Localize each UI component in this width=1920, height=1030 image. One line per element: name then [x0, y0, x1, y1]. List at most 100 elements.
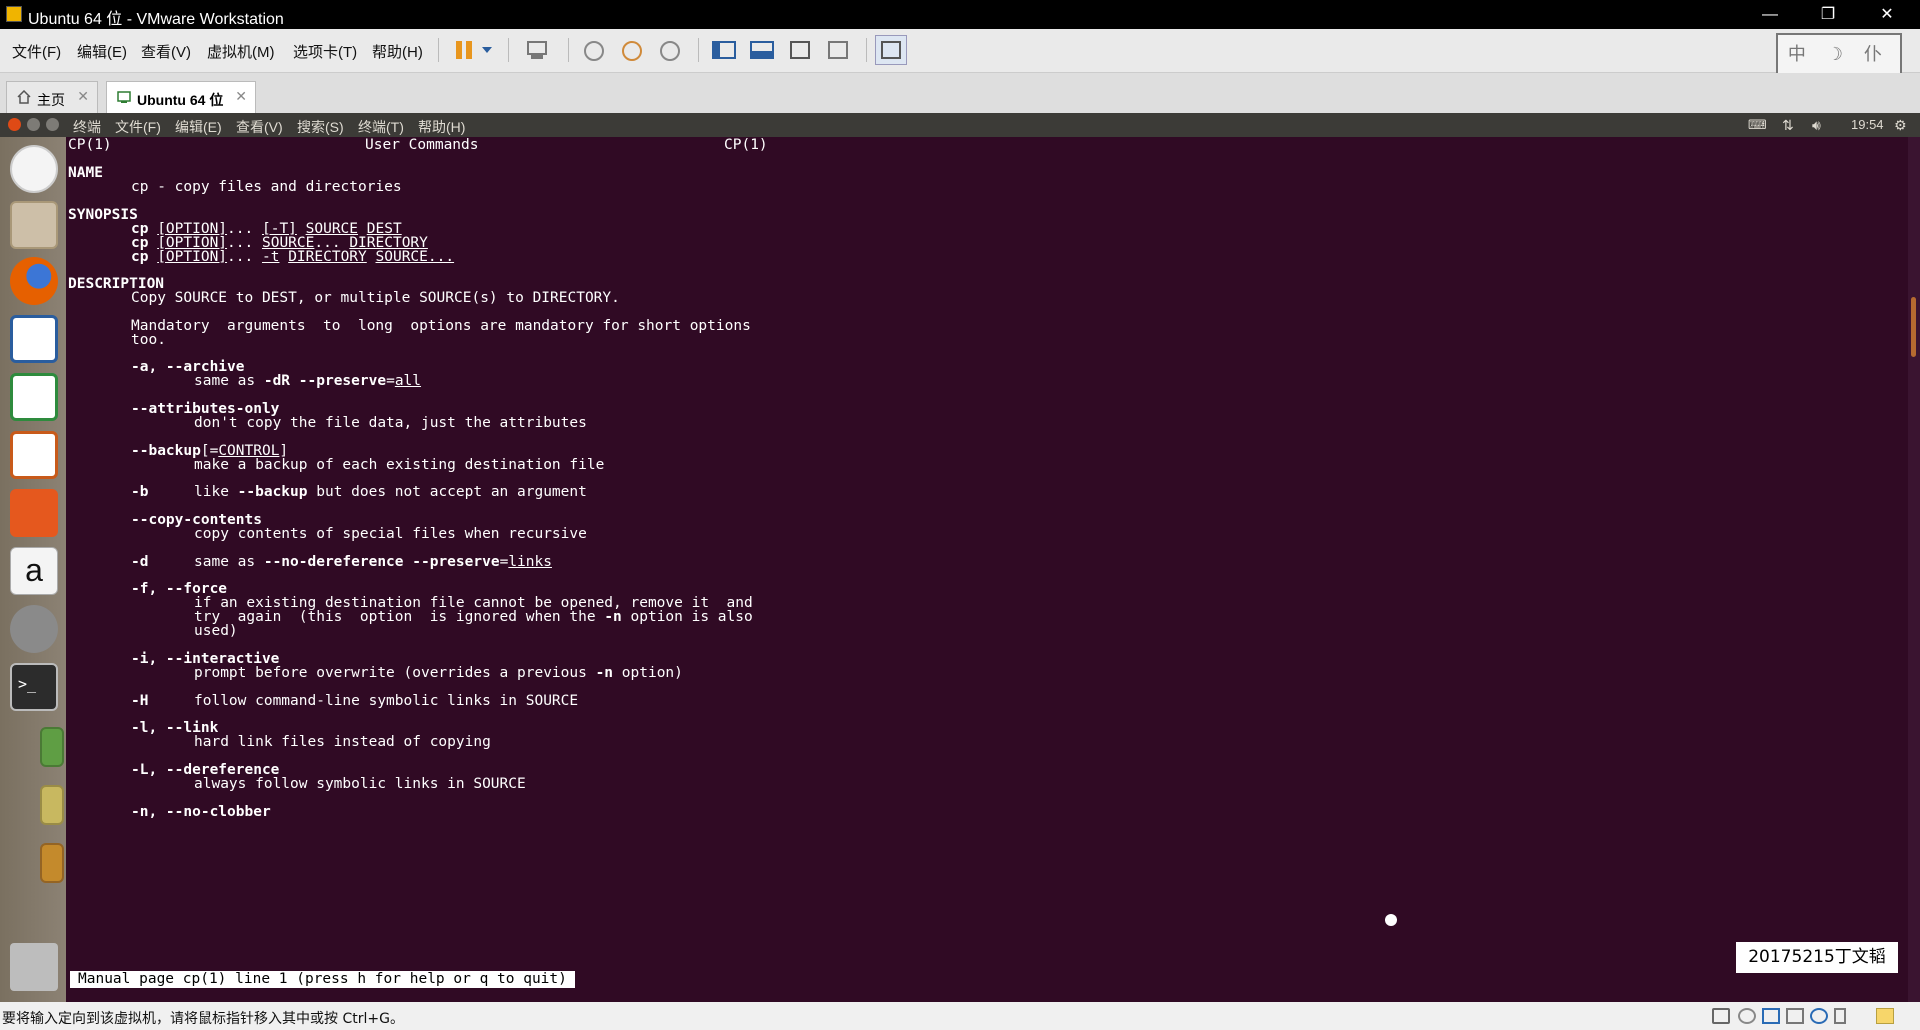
- panel-menu-edit[interactable]: 编辑(E): [175, 117, 222, 137]
- terminal-man-page[interactable]: CP(1) User Commands CP(1) NAME cp - copy…: [68, 137, 1902, 1002]
- description-text: Mandatory arguments to long options are …: [131, 318, 751, 334]
- option-description: copy contents of special files when recu…: [194, 526, 587, 542]
- usb-icon[interactable]: [1834, 1008, 1846, 1024]
- option-description: prompt before overwrite (overrides a pre…: [194, 665, 683, 681]
- toolbar-separator: [698, 38, 699, 62]
- terminal-scrollbar[interactable]: [1908, 137, 1920, 1002]
- menu-vm[interactable]: 虚拟机(M): [207, 41, 275, 62]
- terminal-minimize-icon[interactable]: [27, 118, 40, 131]
- unity-icon[interactable]: [822, 35, 854, 65]
- option-flag: -H: [131, 693, 149, 709]
- network-icon[interactable]: ⇅: [1782, 117, 1794, 134]
- menu-help[interactable]: 帮助(H): [372, 41, 423, 62]
- library-view-icon[interactable]: [708, 35, 740, 65]
- snapshot-manager-icon[interactable]: [654, 35, 686, 65]
- status-message: 要将输入定向到该虚拟机，请将鼠标指针移入其中或按 Ctrl+G。: [2, 1011, 404, 1027]
- panel-clock[interactable]: 19:54: [1851, 117, 1884, 132]
- toolbar-separator: [438, 38, 439, 62]
- option-description: same as -dR --preserve=all: [194, 373, 422, 389]
- software-center-icon[interactable]: [10, 489, 58, 537]
- tab-home[interactable]: 主页 ✕: [6, 81, 98, 113]
- restore-button[interactable]: ❐: [1799, 0, 1857, 29]
- writer-icon[interactable]: [10, 315, 58, 363]
- workspace-green-icon[interactable]: [40, 727, 64, 767]
- panel-menu-help[interactable]: 帮助(H): [418, 117, 465, 137]
- firefox-icon[interactable]: [10, 257, 58, 305]
- close-tab-icon[interactable]: ✕: [77, 88, 89, 105]
- files-icon[interactable]: [10, 201, 58, 249]
- tab-ubuntu-vm[interactable]: Ubuntu 64 位 ✕: [106, 81, 256, 113]
- man-header-left: CP(1): [68, 137, 112, 153]
- trash-icon[interactable]: [10, 943, 58, 991]
- panel-menu-search[interactable]: 搜索(S): [297, 117, 344, 137]
- menu-edit[interactable]: 编辑(E): [77, 41, 127, 62]
- pause-icon[interactable]: [449, 35, 481, 65]
- tab-label: Ubuntu 64 位: [137, 92, 224, 108]
- ime-status-badge: 中 ☽ 仆: [1776, 33, 1902, 75]
- panel-menu-view[interactable]: 查看(V): [236, 117, 283, 137]
- hdd-icon[interactable]: [1712, 1008, 1730, 1024]
- option-description: don't copy the file data, just the attri…: [194, 415, 587, 431]
- student-watermark: 20175215丁文韬: [1736, 942, 1898, 973]
- synopsis-line: cp [OPTION]... -t DIRECTORY SOURCE...: [131, 249, 455, 265]
- vmware-app-icon: [6, 6, 22, 22]
- toolbar-separator: [568, 38, 569, 62]
- option-description: follow command-line symbolic links in SO…: [194, 693, 579, 709]
- terminal-maximize-icon[interactable]: [46, 118, 59, 131]
- workspace-orange-icon[interactable]: [40, 843, 64, 883]
- menu-toolbar-bar: 文件(F) 编辑(E) 查看(V) 虚拟机(M) 选项卡(T) 帮助(H) 中 …: [0, 29, 1920, 75]
- thumbnail-view-icon[interactable]: [875, 35, 907, 65]
- vmware-status-bar: 要将输入定向到该虚拟机，请将鼠标指针移入其中或按 Ctrl+G。: [0, 1002, 1920, 1030]
- section-name-heading: NAME: [68, 165, 103, 181]
- mouse-cursor: [1385, 914, 1397, 926]
- vm-guest-display[interactable]: 终端 文件(F) 编辑(E) 查看(V) 搜索(S) 终端(T) 帮助(H) ⌨…: [0, 113, 1920, 1002]
- menu-view[interactable]: 查看(V): [141, 41, 191, 62]
- option-description: make a backup of each existing destinati…: [194, 457, 605, 473]
- option-description: try again (this option is ignored when t…: [194, 609, 753, 625]
- panel-menu-terminal-t[interactable]: 终端(T): [358, 117, 404, 137]
- close-button[interactable]: ✕: [1858, 0, 1916, 29]
- menu-tabs[interactable]: 选项卡(T): [293, 41, 357, 62]
- console-view-icon[interactable]: [746, 35, 778, 65]
- keyboard-icon[interactable]: ⌨: [1748, 117, 1767, 133]
- window-title-bar: Ubuntu 64 位 - VMware Workstation — ❐ ✕: [0, 0, 1920, 29]
- message-icon[interactable]: [1876, 1008, 1894, 1024]
- amazon-icon[interactable]: a: [10, 547, 58, 595]
- printer-icon[interactable]: [1786, 1008, 1804, 1024]
- man-header-center: User Commands: [365, 137, 479, 153]
- menu-file[interactable]: 文件(F): [12, 41, 61, 62]
- scrollbar-thumb[interactable]: [1911, 297, 1916, 357]
- close-tab-icon[interactable]: ✕: [235, 88, 247, 105]
- pager-status-line: Manual page cp(1) line 1 (press h for he…: [70, 971, 575, 988]
- toolbar-separator: [508, 38, 509, 62]
- option-description: like --backup but does not accept an arg…: [194, 484, 587, 500]
- workspace-yellow-icon[interactable]: [40, 785, 64, 825]
- settings-gear-icon[interactable]: ⚙: [1894, 117, 1907, 134]
- sound-icon[interactable]: [1810, 1008, 1828, 1024]
- system-settings-icon[interactable]: [10, 605, 58, 653]
- toolbar-separator: [866, 38, 867, 62]
- terminal-close-icon[interactable]: [8, 118, 21, 131]
- network-adapter-icon[interactable]: [1762, 1008, 1780, 1024]
- vm-icon: [117, 90, 131, 104]
- volume-icon[interactable]: 🔊︎: [1812, 117, 1821, 134]
- snapshot-revert-icon[interactable]: [616, 35, 648, 65]
- send-ctrl-alt-del-icon[interactable]: [522, 35, 554, 65]
- calc-icon[interactable]: [10, 373, 58, 421]
- description-text: too.: [131, 332, 166, 348]
- dropdown-arrow-icon[interactable]: [478, 35, 496, 65]
- tab-label: 主页: [37, 92, 65, 108]
- panel-menu-terminal[interactable]: 终端: [73, 117, 101, 137]
- home-icon: [17, 89, 31, 104]
- panel-menu-file[interactable]: 文件(F): [115, 117, 161, 137]
- snapshot-take-icon[interactable]: [578, 35, 610, 65]
- cd-icon[interactable]: [1738, 1008, 1756, 1024]
- minimize-button[interactable]: —: [1741, 0, 1799, 29]
- ubuntu-top-panel: 终端 文件(F) 编辑(E) 查看(V) 搜索(S) 终端(T) 帮助(H) ⌨…: [0, 113, 1920, 137]
- option-flag: -b: [131, 484, 149, 500]
- tab-bar: 主页 ✕ Ubuntu 64 位 ✕: [0, 73, 1920, 113]
- ubuntu-dash-icon[interactable]: [10, 145, 58, 193]
- fullscreen-icon[interactable]: [784, 35, 816, 65]
- impress-icon[interactable]: [10, 431, 58, 479]
- terminal-icon[interactable]: >_: [10, 663, 58, 711]
